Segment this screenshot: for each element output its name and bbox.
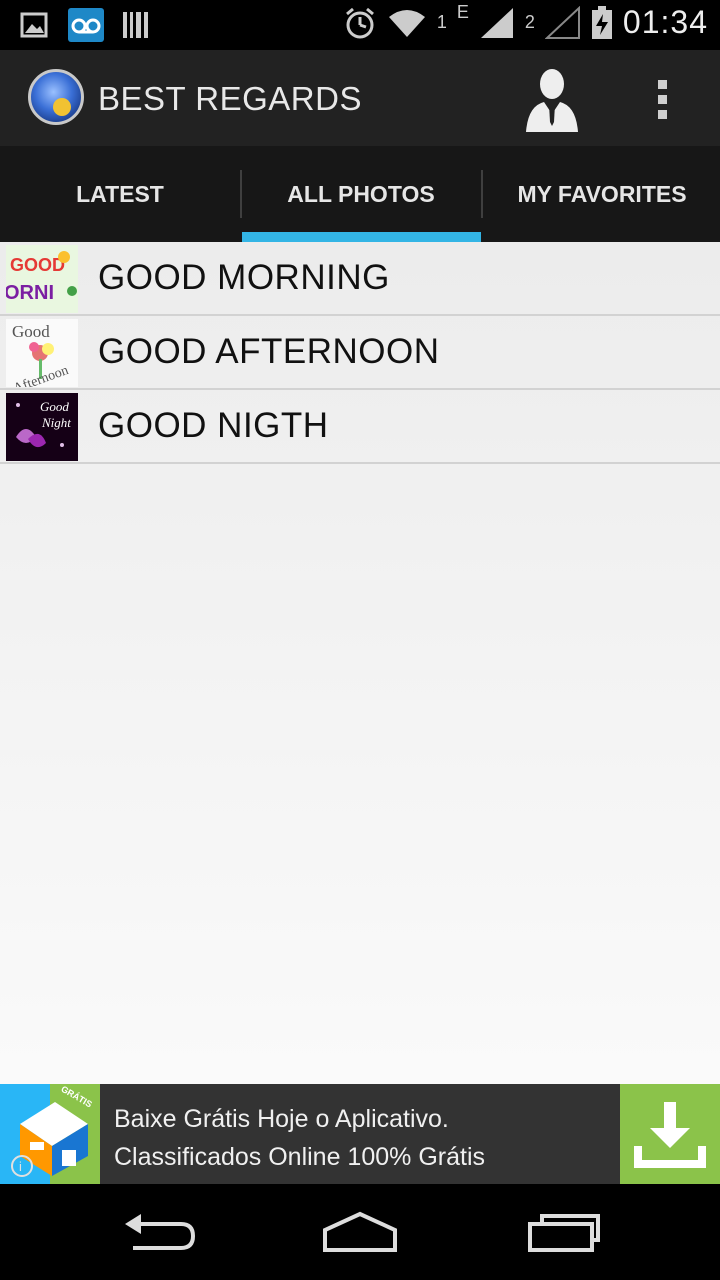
sim2-label: 2 — [524, 12, 535, 32]
barcode-icon — [123, 12, 148, 38]
signal-strength-icon — [480, 7, 513, 38]
back-icon — [125, 1214, 196, 1250]
svg-text:i: i — [19, 1159, 22, 1174]
list-item-label: GOOD AFTERNOON — [98, 332, 440, 371]
image-notification-icon — [20, 12, 48, 38]
profile-button[interactable] — [522, 66, 582, 132]
home-button[interactable] — [315, 1206, 405, 1258]
ad-text[interactable]: Baixe Grátis Hoje o Aplicativo. Classifi… — [114, 1100, 485, 1176]
ad-banner[interactable]: GRÁTIS i Baixe Grátis Hoje o Aplicativo.… — [0, 1084, 720, 1184]
menu-dot-icon — [658, 110, 667, 119]
signal-empty-icon — [544, 5, 580, 39]
good-night-thumbnail: Good Night — [6, 393, 78, 461]
back-button[interactable] — [115, 1206, 205, 1258]
recent-apps-icon — [528, 1214, 600, 1252]
menu-dot-icon — [658, 80, 667, 89]
action-bar: BEST REGARDS — [0, 50, 720, 146]
ad-download-button[interactable] — [620, 1084, 720, 1184]
user-silhouette-icon — [526, 69, 578, 132]
network-type-label: E — [456, 2, 469, 22]
alarm-icon — [345, 7, 374, 38]
tab-all-photos[interactable]: ALL PHOTOS — [241, 146, 481, 242]
overflow-menu-button[interactable] — [650, 76, 678, 122]
ad-app-icon[interactable]: GRÁTIS i — [0, 1084, 100, 1184]
good-afternoon-thumbnail: Good Afternoon — [6, 319, 78, 387]
list-item[interactable]: Good Night GOOD NIGTH — [0, 390, 720, 464]
svg-text:Good: Good — [40, 399, 69, 414]
clock: 01:34 — [622, 4, 708, 40]
wifi-icon — [388, 9, 425, 37]
classifieds-icon: GRÁTIS i — [0, 1084, 100, 1184]
menu-dot-icon — [658, 95, 667, 104]
system-icons: 1 E 2 01:34 — [343, 2, 708, 41]
tab-latest[interactable]: LATEST — [0, 146, 240, 242]
status-bar: 1 E 2 01:34 — [0, 0, 720, 50]
home-icon — [323, 1211, 397, 1252]
svg-text:Good: Good — [12, 322, 50, 341]
ad-line-2: Classificados Online 100% Grátis — [114, 1143, 485, 1171]
list-item[interactable]: Good Afternoon GOOD AFTERNOON — [0, 316, 720, 390]
svg-text:Night: Night — [41, 415, 71, 430]
app-title: BEST REGARDS — [98, 80, 362, 117]
tab-my-favorites[interactable]: MY FAVORITES — [482, 146, 720, 242]
navigation-bar — [0, 1184, 720, 1280]
wifi-sim-label: 1 — [436, 12, 447, 32]
list-item[interactable]: GOOD ORNI GOOD MORNING — [0, 242, 720, 316]
selected-tab-indicator — [242, 232, 481, 242]
voicemail-icon — [68, 8, 104, 42]
ad-line-1: Baixe Grátis Hoje o Aplicativo. — [114, 1105, 449, 1133]
tab-bar: LATEST ALL PHOTOS MY FAVORITES — [0, 146, 720, 242]
list-item-label: GOOD MORNING — [98, 258, 390, 297]
battery-icon — [591, 5, 612, 39]
list-item-label: GOOD NIGTH — [98, 406, 329, 445]
notification-icons — [20, 8, 150, 42]
svg-text:ORNI: ORNI — [6, 282, 54, 304]
svg-text:GOOD: GOOD — [10, 255, 65, 275]
download-icon — [634, 1102, 706, 1168]
app-logo-icon[interactable] — [28, 69, 84, 125]
recent-apps-button[interactable] — [520, 1206, 610, 1258]
good-morning-thumbnail: GOOD ORNI — [6, 245, 78, 313]
category-list: GOOD ORNI GOOD MORNING Good Afternoon GO… — [0, 242, 720, 1084]
moon-shape — [53, 98, 71, 116]
